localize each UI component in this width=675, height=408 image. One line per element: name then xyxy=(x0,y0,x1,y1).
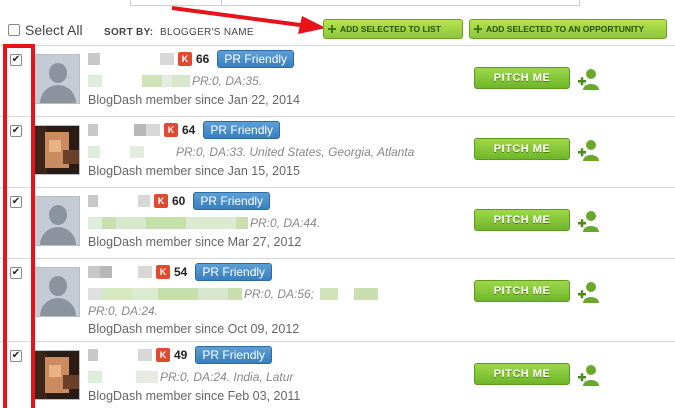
select-all-box[interactable] xyxy=(8,24,20,36)
blogger-row: ✔ K 49 PR Friendly PR:0, DA:24. India, L… xyxy=(0,341,675,408)
add-to-list-button[interactable]: ADD SELECTED TO LIST xyxy=(323,19,463,39)
pr-friendly-badge: PR Friendly xyxy=(193,192,271,210)
pitch-me-button[interactable]: PITCH ME xyxy=(474,67,570,89)
blogger-stats: PR:0, DA:56; xyxy=(88,287,379,301)
sort-by-label: SORT BY: xyxy=(104,27,154,38)
blogger-row: ✔ K 66 PR Friendly PR:0, DA:35. BlogDash… xyxy=(0,45,675,116)
klout-icon: K xyxy=(156,265,170,279)
stats-text: PR:0, DA:24. India, Latur xyxy=(160,370,294,384)
stats-text: PR:0, DA:44. xyxy=(250,216,321,230)
klout-icon: K xyxy=(156,348,170,362)
add-user-icon[interactable] xyxy=(576,137,602,163)
pr-friendly-badge: PR Friendly xyxy=(195,263,273,281)
blogger-name-line: K 64 PR Friendly xyxy=(88,121,281,139)
klout-score: 66 xyxy=(196,52,210,66)
blogger-name-line: K 60 PR Friendly xyxy=(88,192,271,210)
klout-icon: K xyxy=(164,123,178,137)
add-user-icon[interactable] xyxy=(576,362,602,388)
blogger-stats: PR:0, DA:44. xyxy=(88,216,320,230)
avatar xyxy=(34,125,80,175)
pr-friendly-badge: PR Friendly xyxy=(203,121,281,139)
pr-friendly-badge: PR Friendly xyxy=(217,50,295,68)
stats-text: PR:0, DA:56; xyxy=(244,287,315,301)
select-all-checkbox[interactable]: Select All xyxy=(8,22,83,38)
stats-text-continued: PR:0, DA:24. xyxy=(88,304,159,318)
pitch-me-button[interactable]: PITCH ME xyxy=(474,280,570,302)
plus-icon xyxy=(474,25,482,33)
member-since: BlogDash member since Jan 22, 2014 xyxy=(88,93,300,107)
pitch-me-button[interactable]: PITCH ME xyxy=(474,363,570,385)
avatar xyxy=(34,350,80,400)
avatar xyxy=(34,54,80,104)
klout-score: 54 xyxy=(174,265,188,279)
add-to-list-label: ADD SELECTED TO LIST xyxy=(340,24,441,34)
blogger-stats: PR:0, DA:33. United States, Georgia, Atl… xyxy=(88,145,414,159)
klout-icon: K xyxy=(178,52,192,66)
member-since: BlogDash member since Oct 09, 2012 xyxy=(88,322,300,336)
pitch-me-button[interactable]: PITCH ME xyxy=(474,138,570,160)
add-to-opportunity-label: ADD SELECTED TO AN OPPORTUNITY xyxy=(486,24,645,34)
stats-text: PR:0, DA:33. United States, Georgia, Atl… xyxy=(176,145,415,159)
add-user-icon[interactable] xyxy=(576,208,602,234)
blogger-name-line: K 66 PR Friendly xyxy=(88,50,295,68)
blogger-row: ✔ K 60 PR Friendly PR:0, DA:44. BlogDash… xyxy=(0,187,675,258)
add-user-icon[interactable] xyxy=(576,279,602,305)
avatar xyxy=(34,267,80,317)
add-user-icon[interactable] xyxy=(576,66,602,92)
klout-score: 60 xyxy=(172,194,186,208)
pitch-me-button[interactable]: PITCH ME xyxy=(474,209,570,231)
member-since: BlogDash member since Mar 27, 2012 xyxy=(88,235,302,249)
blogger-name-line: K 49 PR Friendly xyxy=(88,346,273,364)
blogger-list: ✔ K 66 PR Friendly PR:0, DA:35. BlogDash… xyxy=(0,45,675,408)
member-since: BlogDash member since Jan 15, 2015 xyxy=(88,164,300,178)
blogger-stats: PR:0, DA:24. India, Latur xyxy=(88,370,293,384)
checkbox-highlight-annotation xyxy=(3,44,35,408)
klout-icon: K xyxy=(154,194,168,208)
blogger-stats: PR:0, DA:35. xyxy=(88,74,262,88)
member-since: BlogDash member since Feb 03, 2011 xyxy=(88,389,301,403)
stats-text: PR:0, DA:35. xyxy=(192,74,263,88)
blogger-row: ✔ K 54 PR Friendly PR:0, DA:56; PR:0, DA… xyxy=(0,258,675,341)
sort-by-value[interactable]: BLOGGER'S NAME xyxy=(160,27,254,38)
blogger-row: ✔ K 64 PR Friendly PR:0, DA:33. United S… xyxy=(0,116,675,187)
add-to-opportunity-button[interactable]: ADD SELECTED TO AN OPPORTUNITY xyxy=(469,19,667,39)
klout-score: 64 xyxy=(182,123,196,137)
toolbar: Select All SORT BY: BLOGGER'S NAME ADD S… xyxy=(0,18,675,44)
select-all-label: Select All xyxy=(25,22,83,38)
klout-score: 49 xyxy=(174,348,188,362)
blogger-name-line: K 54 PR Friendly xyxy=(88,263,273,281)
plus-icon xyxy=(328,25,336,33)
avatar xyxy=(34,196,80,246)
pr-friendly-badge: PR Friendly xyxy=(195,346,273,364)
blogger-stats-continued: PR:0, DA:24. xyxy=(88,304,158,318)
